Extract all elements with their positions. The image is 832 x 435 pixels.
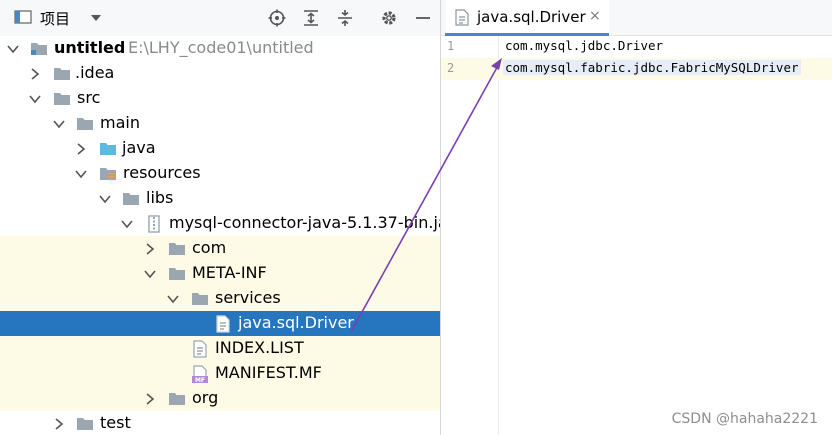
source-folder-icon bbox=[99, 140, 117, 156]
tree-item-libs[interactable]: libs bbox=[0, 186, 440, 211]
chevron-right-icon[interactable] bbox=[28, 66, 42, 80]
chevron-down-icon[interactable] bbox=[6, 41, 20, 55]
project-panel: 项目 untitled E:\LHY_code01\untitled .idea… bbox=[0, 0, 440, 435]
gutter-line: 1 bbox=[441, 36, 499, 58]
text-file-icon bbox=[192, 340, 210, 358]
chevron-down-icon[interactable] bbox=[88, 10, 104, 26]
tree-item-label: META-INF bbox=[192, 263, 267, 282]
tree-item-org[interactable]: org bbox=[0, 386, 440, 411]
tree-item-label: .idea bbox=[75, 63, 115, 82]
tree-item-meta-inf[interactable]: META-INF bbox=[0, 261, 440, 286]
gear-icon[interactable] bbox=[380, 9, 398, 27]
jar-archive-icon bbox=[145, 215, 163, 233]
tree-item-label: MANIFEST.MF bbox=[215, 363, 322, 382]
module-folder-icon bbox=[30, 40, 48, 56]
tree-item-main[interactable]: main bbox=[0, 111, 440, 136]
chevron-down-icon[interactable] bbox=[52, 116, 66, 130]
project-view-icon bbox=[14, 9, 32, 25]
project-view-label[interactable]: 项目 bbox=[40, 8, 70, 29]
folder-icon bbox=[53, 90, 71, 106]
editor-tab-label: java.sql.Driver bbox=[477, 8, 586, 26]
chevron-right-icon[interactable] bbox=[74, 141, 88, 155]
chevron-down-icon[interactable] bbox=[143, 266, 157, 280]
tree-item-label: main bbox=[100, 113, 140, 132]
tree-item-label: resources bbox=[123, 163, 201, 182]
project-tree: untitled E:\LHY_code01\untitled .idea sr… bbox=[0, 36, 440, 435]
code-text: com.mysql.fabric.jdbc.FabricMySQLDriver bbox=[503, 60, 801, 75]
chevron-down-icon[interactable] bbox=[74, 166, 88, 180]
tree-item-manifest[interactable]: MF MANIFEST.MF bbox=[0, 361, 440, 386]
watermark: CSDN @hahaha2221 bbox=[671, 411, 818, 427]
manifest-badge-text: MF bbox=[195, 377, 205, 383]
close-icon[interactable]: × bbox=[589, 8, 601, 24]
folder-icon bbox=[53, 65, 71, 81]
code-line[interactable]: com.mysql.jdbc.Driver bbox=[499, 36, 832, 58]
resources-folder-icon bbox=[99, 165, 117, 181]
tree-item-label: untitled bbox=[54, 38, 126, 57]
chevron-right-icon[interactable] bbox=[143, 241, 157, 255]
module-path: E:\LHY_code01\untitled bbox=[128, 38, 314, 57]
tree-item-untitled[interactable]: untitled E:\LHY_code01\untitled bbox=[0, 36, 440, 61]
tree-item-jar[interactable]: mysql-connector-java-5.1.37-bin.jar bbox=[0, 211, 440, 236]
chevron-down-icon[interactable] bbox=[166, 291, 180, 305]
tree-item-java-sql-driver[interactable]: java.sql.Driver bbox=[0, 311, 440, 336]
folder-icon bbox=[168, 265, 186, 281]
folder-icon bbox=[168, 240, 186, 256]
editor-panel: java.sql.Driver × 1 2 com.mysql.jdbc.Dri… bbox=[441, 0, 832, 435]
manifest-file-icon: MF bbox=[191, 365, 209, 384]
tree-item-label: test bbox=[100, 413, 131, 432]
editor-tab[interactable]: java.sql.Driver × bbox=[445, 0, 609, 36]
line-number: 2 bbox=[447, 61, 455, 75]
collapse-all-icon[interactable] bbox=[336, 9, 354, 27]
gutter-line-current: 2 bbox=[441, 58, 499, 80]
folder-icon bbox=[76, 415, 94, 431]
tree-item-index-list[interactable]: INDEX.LIST bbox=[0, 336, 440, 361]
tree-item-label: java.sql.Driver bbox=[238, 313, 354, 332]
tree-item-label: INDEX.LIST bbox=[215, 338, 304, 357]
text-file-icon bbox=[455, 9, 469, 26]
chevron-down-icon[interactable] bbox=[28, 91, 42, 105]
code-line-current[interactable]: com.mysql.fabric.jdbc.FabricMySQLDriver bbox=[499, 58, 832, 80]
chevron-down-icon[interactable] bbox=[98, 191, 112, 205]
folder-icon bbox=[168, 390, 186, 406]
tree-item-label: mysql-connector-java-5.1.37-bin.jar bbox=[169, 213, 440, 232]
text-file-icon bbox=[215, 315, 233, 333]
tree-item-resources[interactable]: resources bbox=[0, 161, 440, 186]
code-text: com.mysql.jdbc.Driver bbox=[505, 38, 664, 53]
tree-item-com[interactable]: com bbox=[0, 236, 440, 261]
chevron-right-icon[interactable] bbox=[52, 416, 66, 430]
tree-item-idea[interactable]: .idea bbox=[0, 61, 440, 86]
chevron-down-icon[interactable] bbox=[120, 216, 134, 230]
tree-item-label: src bbox=[77, 88, 101, 107]
tree-item-test[interactable]: test bbox=[0, 411, 440, 435]
tree-item-label: libs bbox=[146, 188, 174, 207]
tree-item-src[interactable]: src bbox=[0, 86, 440, 111]
tree-item-java[interactable]: java bbox=[0, 136, 440, 161]
locate-icon[interactable] bbox=[268, 9, 286, 27]
folder-icon bbox=[76, 115, 94, 131]
line-number: 1 bbox=[447, 39, 455, 53]
tree-item-label: com bbox=[192, 238, 227, 257]
tree-item-services[interactable]: services bbox=[0, 286, 440, 311]
minimize-icon[interactable] bbox=[414, 9, 432, 27]
editor-tab-bar: java.sql.Driver × bbox=[441, 0, 832, 36]
project-toolbar: 项目 bbox=[0, 0, 440, 36]
expand-all-icon[interactable] bbox=[302, 9, 320, 27]
tree-item-label: org bbox=[192, 388, 219, 407]
tree-item-label: java bbox=[122, 138, 156, 157]
folder-icon bbox=[191, 290, 209, 306]
folder-icon bbox=[122, 190, 140, 206]
line-number-gutter: 1 2 bbox=[441, 36, 499, 435]
tree-item-label: services bbox=[215, 288, 281, 307]
chevron-right-icon[interactable] bbox=[143, 391, 157, 405]
